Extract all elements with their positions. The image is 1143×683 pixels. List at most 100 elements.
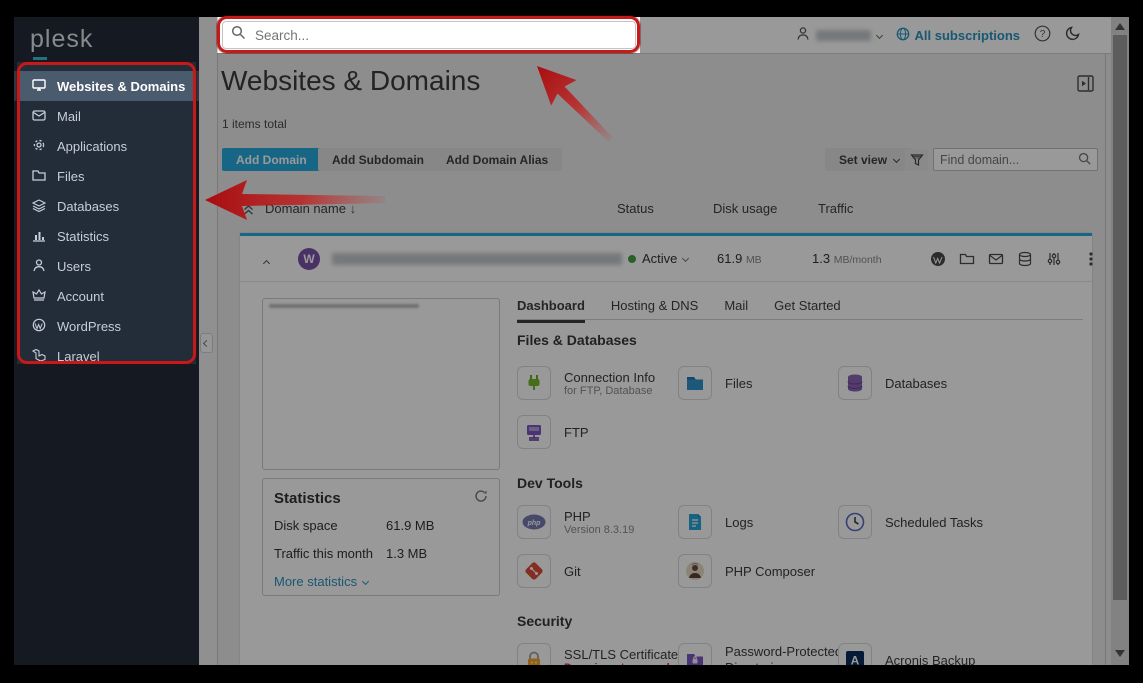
tile-acronis-backup[interactable]: A Acronis Backup [838, 643, 975, 665]
add-domain-button[interactable]: Add Domain [222, 148, 321, 171]
status-badge[interactable]: Active [628, 251, 688, 266]
scroll-down-arrow[interactable] [1115, 650, 1125, 657]
add-domain-alias-button[interactable]: Add Domain Alias [432, 148, 562, 171]
sidebar-item-label: Websites & Domains [57, 79, 185, 94]
monitor-icon [32, 78, 46, 95]
tile-ssl-certificates[interactable]: SSL/TLS CertificatesDomain not secured [517, 643, 685, 665]
topbar: All subscriptions ? [218, 17, 1111, 54]
sidebar-item-account[interactable]: Account [14, 281, 199, 311]
set-view-button[interactable]: Set view [825, 148, 913, 171]
chevron-down-icon [875, 32, 882, 39]
tile-databases[interactable]: Databases [838, 366, 947, 400]
funnel-icon [910, 153, 924, 167]
search-input[interactable] [253, 27, 627, 44]
git-icon [517, 554, 551, 588]
section-security: Security [517, 613, 572, 629]
row-actions [930, 251, 1093, 272]
sidebar-item-mail[interactable]: Mail [14, 101, 199, 131]
refresh-icon[interactable] [474, 489, 488, 508]
filter-button[interactable] [905, 149, 928, 171]
tile-ftp[interactable]: FTP [517, 415, 589, 449]
database-action-icon[interactable] [1017, 251, 1033, 272]
collapse-all-icon[interactable] [243, 203, 254, 221]
domain-row: W Active 61.9 MB 1.3 MB/month [240, 236, 1092, 282]
sidebar-item-label: Databases [57, 199, 119, 214]
sidebar-item-laravel[interactable]: Laravel [14, 341, 199, 371]
ssl-lock-icon [517, 643, 551, 665]
add-subdomain-button[interactable]: Add Subdomain [318, 148, 438, 171]
col-header-status[interactable]: Status [617, 201, 654, 216]
tile-scheduled-tasks[interactable]: Scheduled Tasks [838, 505, 983, 539]
gear-icon [32, 138, 46, 155]
svg-text:php: php [527, 520, 542, 527]
settings-sliders-icon[interactable] [1046, 251, 1062, 272]
tile-connection-info[interactable]: Connection Infofor FTP, Database [517, 366, 655, 400]
traffic-value: 1.3 MB/month [812, 251, 882, 266]
page-title: Websites & Domains [221, 65, 480, 97]
site-preview[interactable] [262, 298, 500, 470]
side-panel-icon[interactable] [1077, 75, 1094, 97]
redacted-username [816, 30, 871, 41]
mail-icon [32, 108, 46, 125]
col-header-disk[interactable]: Disk usage [713, 201, 777, 216]
acronis-icon: A [838, 643, 872, 665]
tile-logs[interactable]: Logs [678, 505, 753, 539]
collapse-row-icon[interactable] [264, 253, 269, 271]
folder-action-icon[interactable] [959, 251, 975, 272]
sidebar: plesk Websites & Domains Mail Applicatio… [14, 17, 199, 665]
user-icon [32, 258, 46, 275]
sidebar-item-databases[interactable]: Databases [14, 191, 199, 221]
statistics-panel: Statistics Disk space61.9 MB Traffic thi… [262, 478, 500, 596]
all-subscriptions-link[interactable]: All subscriptions [896, 27, 1020, 44]
sidebar-item-wordpress[interactable]: WordPress [14, 311, 199, 341]
app-window: plesk Websites & Domains Mail Applicatio… [14, 17, 1129, 665]
sidebar-collapse-toggle[interactable] [200, 333, 213, 353]
logs-doc-icon [678, 505, 712, 539]
sidebar-item-label: WordPress [57, 319, 121, 334]
layers-icon [32, 198, 46, 215]
user-menu[interactable] [796, 26, 882, 46]
wordpress-action-icon[interactable] [930, 251, 946, 272]
ftp-monitor-icon [517, 415, 551, 449]
sidebar-item-label: Applications [57, 139, 127, 154]
laravel-icon [32, 348, 46, 365]
sidebar-item-files[interactable]: Files [14, 161, 199, 191]
sidebar-item-applications[interactable]: Applications [14, 131, 199, 161]
folder-icon [32, 168, 46, 185]
status-label: Active [642, 251, 677, 266]
screenshot-canvas: plesk Websites & Domains Mail Applicatio… [0, 0, 1143, 683]
dark-mode-moon-icon[interactable] [1065, 25, 1081, 46]
tile-php[interactable]: php PHPVersion 8.3.19 [517, 505, 634, 539]
plesk-logo-underline [33, 57, 47, 60]
section-files-databases: Files & Databases [517, 332, 637, 348]
tile-files[interactable]: Files [678, 366, 752, 400]
help-icon[interactable]: ? [1034, 25, 1051, 47]
scrollbar[interactable] [1111, 17, 1129, 665]
mail-action-icon[interactable] [988, 251, 1004, 272]
sidebar-item-label: Account [57, 289, 104, 304]
chevron-down-icon [682, 255, 689, 262]
col-header-traffic[interactable]: Traffic [818, 201, 853, 216]
scrollbar-thumb[interactable] [1113, 35, 1127, 600]
sidebar-item-label: Users [57, 259, 91, 274]
col-header-domain[interactable]: Domain name ↓ [265, 201, 356, 216]
clock-icon [838, 505, 872, 539]
sidebar-item-users[interactable]: Users [14, 251, 199, 281]
global-search[interactable] [222, 21, 636, 49]
sidebar-nav: Websites & Domains Mail Applications Fil… [14, 71, 199, 371]
more-statistics-link[interactable]: More statistics [274, 574, 488, 589]
kebab-menu-icon[interactable] [1089, 251, 1093, 272]
statistics-title: Statistics [274, 490, 341, 507]
files-folder-icon [678, 366, 712, 400]
content-right-divider [1105, 54, 1106, 665]
section-dev-tools: Dev Tools [517, 475, 583, 491]
sidebar-item-websites-domains[interactable]: Websites & Domains [14, 71, 199, 101]
crown-icon [32, 288, 46, 305]
search-icon [231, 25, 246, 45]
sidebar-item-label: Statistics [57, 229, 109, 244]
find-domain-input[interactable] [933, 148, 1098, 171]
tile-php-composer[interactable]: PHP Composer [678, 554, 815, 588]
tile-git[interactable]: Git [517, 554, 581, 588]
sidebar-item-statistics[interactable]: Statistics [14, 221, 199, 251]
scroll-up-arrow[interactable] [1115, 23, 1125, 30]
